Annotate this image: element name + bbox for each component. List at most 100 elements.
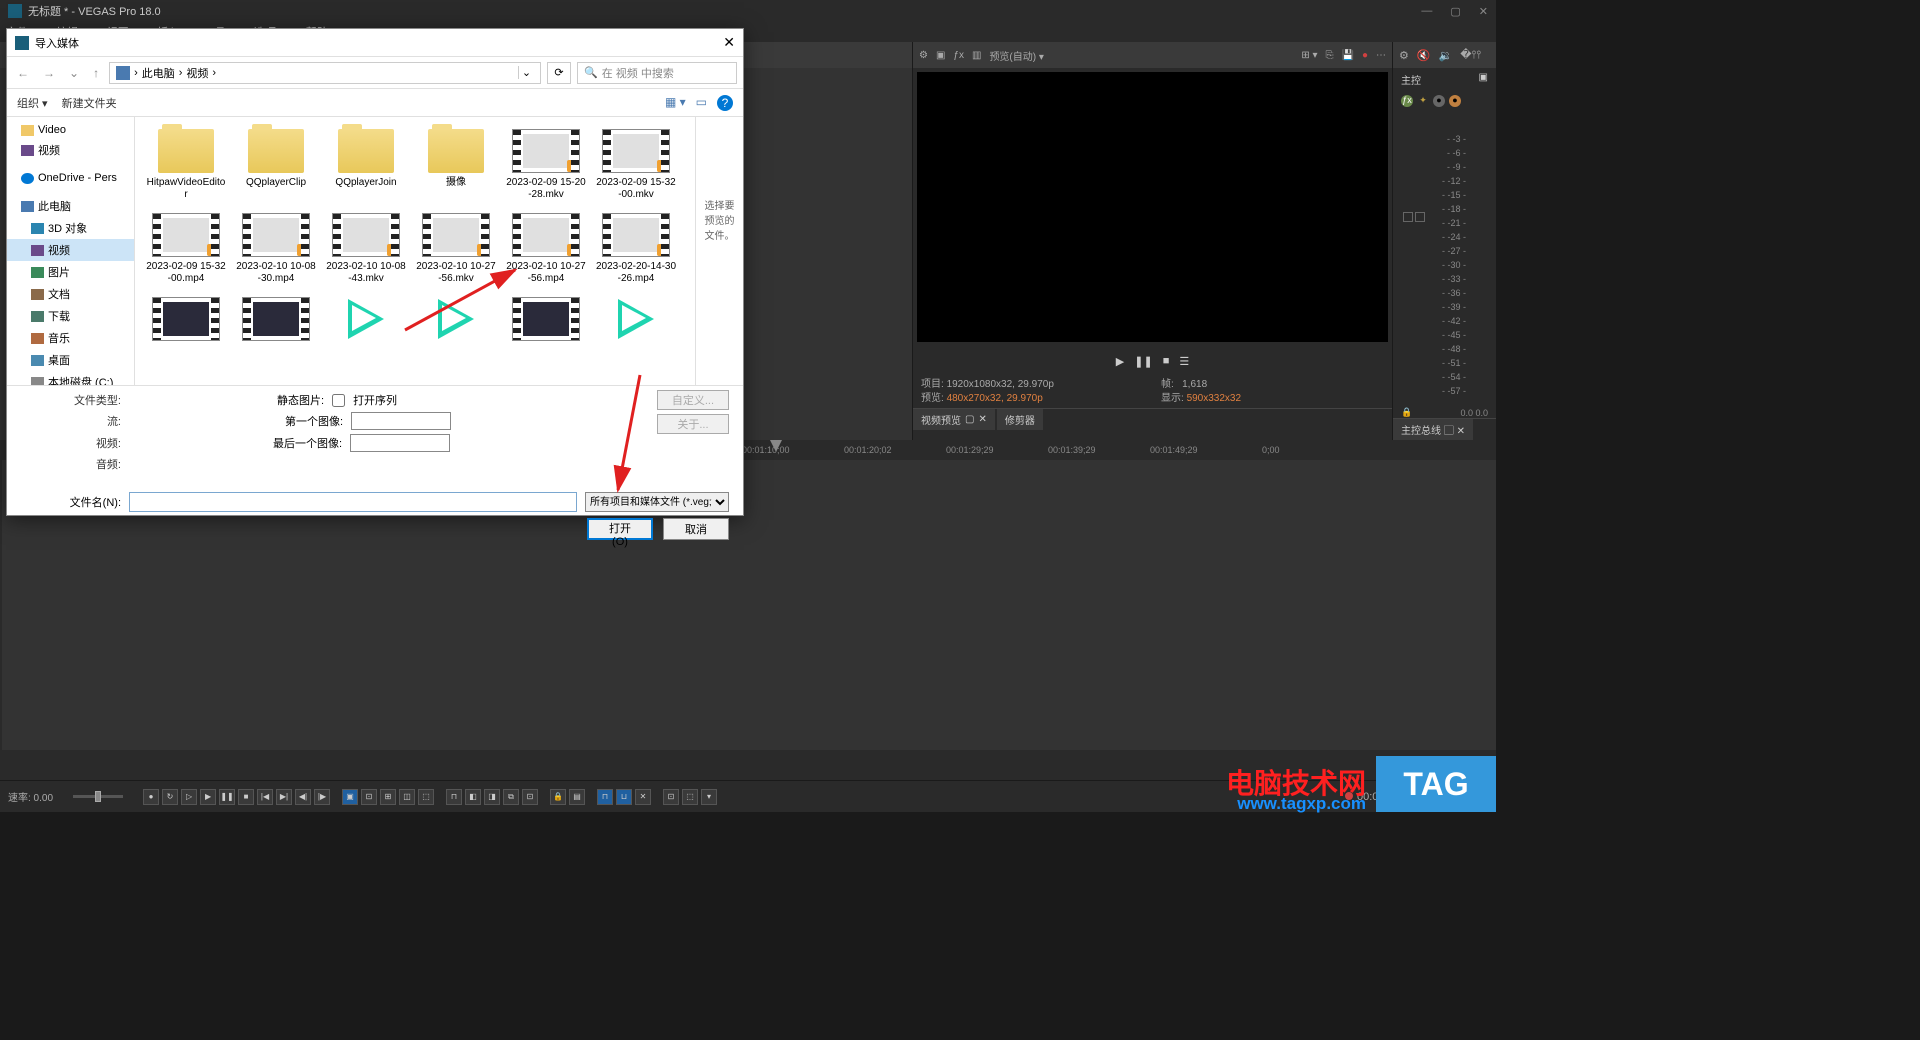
cancel-button[interactable]: 取消	[663, 518, 729, 540]
prev-frame-button[interactable]: ◀|	[295, 789, 311, 805]
external-icon[interactable]: ▣	[936, 50, 945, 61]
nav-forward-button[interactable]: →	[39, 66, 59, 80]
nav-up-button[interactable]: ↑	[89, 66, 103, 80]
record-icon[interactable]: ●	[1362, 50, 1368, 61]
file-item[interactable]: QQplayerJoin	[323, 125, 409, 205]
folder-tree[interactable]: Video视频OneDrive - Pers此电脑3D 对象视频图片文档下载音乐…	[7, 117, 135, 385]
custom-button[interactable]: 自定义...	[657, 390, 729, 410]
meter-icon-3[interactable]: ●	[1433, 95, 1445, 107]
file-item[interactable]: HitpawVideoEditor	[143, 125, 229, 205]
tree-item[interactable]: 图片	[7, 261, 134, 283]
record-button[interactable]: ●	[143, 789, 159, 805]
stop-button[interactable]: ■	[1163, 355, 1170, 367]
tool-8[interactable]: ⧉	[503, 789, 519, 805]
tool-16[interactable]: ▾	[701, 789, 717, 805]
file-item[interactable]	[323, 293, 409, 349]
tab-close-icon[interactable]: ✕	[1457, 426, 1465, 437]
tree-item[interactable]: 文档	[7, 283, 134, 305]
organize-button[interactable]: 组织 ▾	[17, 95, 48, 111]
play-start-button[interactable]: ▷	[181, 789, 197, 805]
next-frame-button[interactable]: |▶	[314, 789, 330, 805]
open-sequence-checkbox[interactable]	[332, 394, 345, 407]
split-icon[interactable]: ▥	[972, 50, 981, 61]
preview-quality-select[interactable]: 预览(自动) ▾	[989, 48, 1043, 63]
file-filter-select[interactable]: 所有项目和媒体文件 (*.veg;*.m	[585, 492, 729, 512]
help-button[interactable]: ?	[717, 95, 733, 111]
tree-item[interactable]: OneDrive - Pers	[7, 169, 134, 187]
pause-button[interactable]: ❚❚	[219, 789, 235, 805]
nav-recent-button[interactable]: ⌄	[65, 66, 83, 80]
overlay-icon[interactable]: ⊞ ▾	[1301, 50, 1317, 61]
last-image-input[interactable]	[350, 434, 450, 452]
file-item[interactable]: QQplayerClip	[233, 125, 319, 205]
tree-item[interactable]: 下载	[7, 305, 134, 327]
about-button[interactable]: 关于...	[657, 414, 729, 434]
tab-master-bus[interactable]: 主控总线 ▢ ✕	[1393, 419, 1473, 440]
tree-item[interactable]: 此电脑	[7, 195, 134, 217]
settings-icon[interactable]: ⚙	[1399, 49, 1409, 62]
meter-icon-4[interactable]: ●	[1449, 95, 1461, 107]
fx-chain-icon[interactable]: ƒx	[1401, 95, 1413, 107]
menu-button[interactable]: ☰	[1179, 355, 1189, 368]
file-item[interactable]: 2023-02-10 10-08-43.mkv	[323, 209, 409, 289]
tree-item[interactable]: 3D 对象	[7, 217, 134, 239]
snap-button[interactable]: ⊓	[446, 789, 462, 805]
go-start-button[interactable]: |◀	[257, 789, 273, 805]
tool-6[interactable]: ◧	[465, 789, 481, 805]
search-input[interactable]: 🔍 在 视频 中搜索	[577, 62, 737, 84]
close-button[interactable]: ✕	[1479, 5, 1488, 18]
first-image-input[interactable]	[351, 412, 451, 430]
tree-item[interactable]: 视频	[7, 239, 134, 261]
mute-icon[interactable]: 🔇	[1417, 49, 1431, 62]
preview-pane-button[interactable]: ▭	[696, 95, 707, 111]
tool-10[interactable]: ▤	[569, 789, 585, 805]
tab-pin-icon[interactable]: ▢	[965, 414, 974, 425]
file-item[interactable]: 2023-02-20-14-30-26.mp4	[593, 209, 679, 289]
loop-button[interactable]: ↻	[162, 789, 178, 805]
nav-back-button[interactable]: ←	[13, 66, 33, 80]
tree-item[interactable]: 音乐	[7, 327, 134, 349]
play-button[interactable]: ▶	[1116, 355, 1124, 368]
pause-button[interactable]: ❚❚	[1134, 355, 1152, 368]
meter-icon-2[interactable]: ✦	[1417, 95, 1429, 107]
new-folder-button[interactable]: 新建文件夹	[62, 95, 117, 111]
maximize-button[interactable]: ▢	[1450, 5, 1460, 18]
file-item[interactable]: 2023-02-10 10-27-56.mkv	[413, 209, 499, 289]
copy-icon[interactable]: ⎘	[1326, 50, 1334, 61]
tool-12[interactable]: ⊔	[616, 789, 632, 805]
tool-5[interactable]: ⬚	[418, 789, 434, 805]
tab-close-icon[interactable]: ✕	[978, 414, 986, 425]
tool-13[interactable]: ✕	[635, 789, 651, 805]
tool-normal[interactable]: ▣	[342, 789, 358, 805]
tree-item[interactable]: Video	[7, 121, 134, 139]
go-end-button[interactable]: ▶|	[276, 789, 292, 805]
play-button[interactable]: ▶	[200, 789, 216, 805]
view-mode-button[interactable]: ▦ ▾	[665, 95, 686, 111]
tool-11[interactable]: ⊓	[597, 789, 613, 805]
file-item[interactable]	[143, 293, 229, 349]
tab-video-preview[interactable]: 视频预览 ▢ ✕	[913, 409, 995, 430]
file-item[interactable]: 2023-02-09 15-32-00.mkv	[593, 125, 679, 205]
file-item[interactable]: 摄像	[413, 125, 499, 205]
minimize-button[interactable]: —	[1421, 5, 1432, 18]
file-item[interactable]	[233, 293, 319, 349]
fx-icon[interactable]: ƒx	[953, 50, 964, 61]
tool-7[interactable]: ◨	[484, 789, 500, 805]
tool-3[interactable]: ⊞	[380, 789, 396, 805]
file-list[interactable]: HitpawVideoEditorQQplayerClipQQplayerJoi…	[135, 117, 695, 385]
file-item[interactable]	[593, 293, 679, 349]
more-icon[interactable]: ⋯	[1376, 50, 1386, 61]
filename-input[interactable]	[129, 492, 577, 512]
dim-icon[interactable]: 🔉	[1439, 49, 1453, 62]
file-item[interactable]	[413, 293, 499, 349]
dialog-close-button[interactable]: ✕	[723, 34, 735, 51]
file-item[interactable]: 2023-02-10 10-08-30.mp4	[233, 209, 319, 289]
tree-item[interactable]: 桌面	[7, 349, 134, 371]
lock-icon[interactable]: 🔒	[1401, 407, 1412, 418]
file-item[interactable]: 2023-02-09 15-20-28.mkv	[503, 125, 589, 205]
tab-trimmer[interactable]: 修剪器	[997, 409, 1043, 430]
settings-icon[interactable]: ⚙	[919, 50, 928, 61]
file-item[interactable]: 2023-02-09 15-32-00.mp4	[143, 209, 229, 289]
tool-2[interactable]: ⊡	[361, 789, 377, 805]
tool-4[interactable]: ◫	[399, 789, 415, 805]
